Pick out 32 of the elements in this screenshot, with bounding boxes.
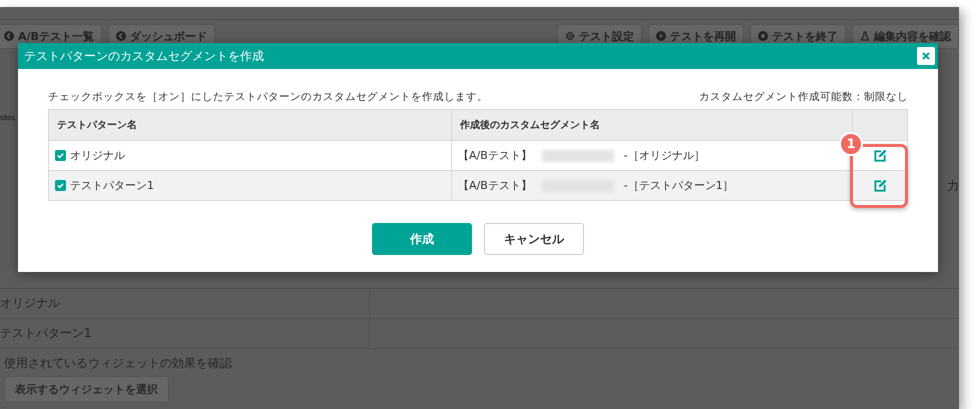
text-fragment: 力 [947, 178, 959, 195]
column-header: テストパターン名 [49, 110, 452, 140]
create-button[interactable]: 作成 [372, 223, 472, 255]
edit-button[interactable] [873, 148, 887, 162]
text-fragment: sites [0, 113, 15, 122]
pattern-name: オリジナル [70, 148, 125, 163]
edit-icon [873, 148, 887, 162]
close-icon [921, 51, 931, 61]
segment-suffix: -［オリジナル］ [624, 148, 705, 163]
edit-icon [873, 178, 887, 192]
arrow-left-icon [116, 31, 126, 41]
dialog-title: テストパターンのカスタムセグメントを作成 [24, 48, 264, 64]
segment-suffix: -［テストパターン1］ [624, 178, 734, 193]
check-icon [56, 151, 65, 160]
segment-prefix: 【A/Bテスト】 [458, 178, 532, 193]
close-button[interactable] [917, 47, 935, 65]
stop-icon [758, 31, 768, 41]
gear-icon [565, 31, 575, 41]
column-header: 作成後のカスタムセグメント名 [452, 110, 853, 140]
pattern-name: テストパターン1 [70, 178, 154, 193]
flask-icon [860, 31, 870, 41]
check-icon [56, 181, 65, 190]
arrow-left-icon [4, 31, 14, 41]
column-header [853, 110, 907, 140]
cancel-button[interactable]: キャンセル [484, 223, 584, 255]
play-icon [656, 31, 666, 41]
description-text: チェックボックスを［オン］にしたテストパターンのカスタムセグメントを作成します。 [48, 90, 488, 104]
edit-button[interactable] [873, 178, 887, 192]
limit-text: カスタムセグメント作成可能数：制限なし [699, 90, 908, 104]
checkbox[interactable] [55, 180, 66, 191]
checkbox[interactable] [55, 150, 66, 161]
segment-prefix: 【A/Bテスト】 [458, 148, 532, 163]
